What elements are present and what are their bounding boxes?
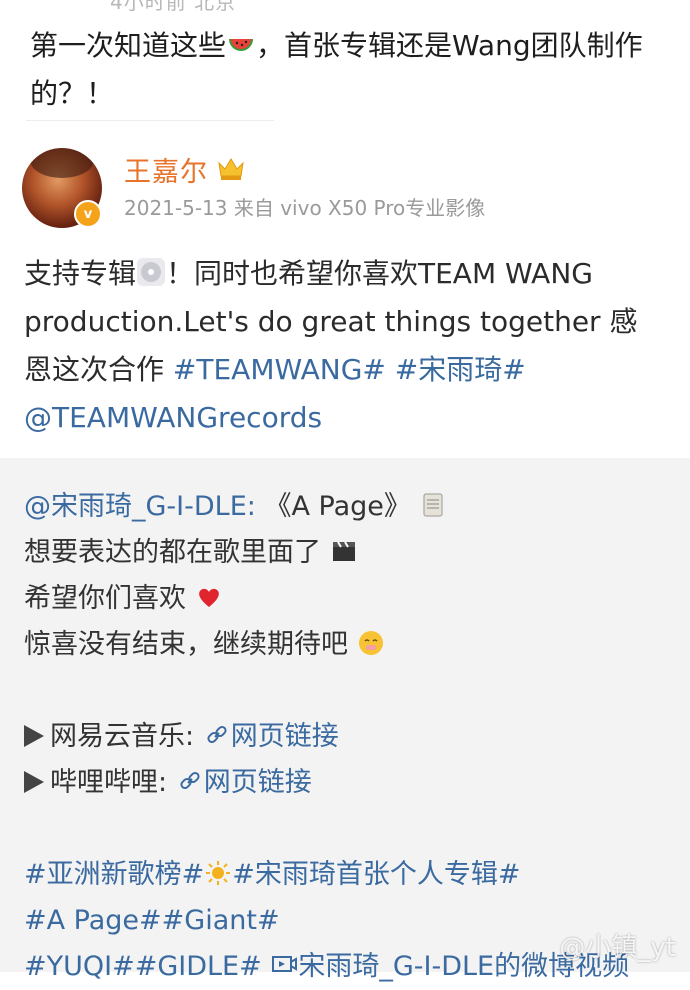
post-text-1: 支持专辑 (24, 257, 137, 290)
repost-text-2: 想要表达的都在歌里面了 (24, 537, 321, 568)
post-body: 支持专辑 ！同时也希望你喜欢TEAM WANG production.Let's … (24, 250, 664, 442)
heart-icon (198, 588, 219, 607)
play-arrow-icon (24, 771, 44, 793)
cut-timestamp: 4小时前 北京 (110, 0, 237, 14)
comment-divider (26, 120, 274, 121)
video-icon (272, 956, 298, 972)
repost-link-bilibili: 哔哩哔哩: 网页链接 (24, 760, 674, 806)
repost-line-3: 希望你们喜欢 (24, 576, 674, 622)
repost-title: 《A Page》 (264, 491, 411, 522)
scroll-icon (423, 493, 443, 517)
repost-line-1: @宋雨琦_G-I-DLE: 《A Page》 (24, 484, 674, 530)
watermark: @小镇_yt (559, 933, 676, 963)
link-2-label: 哔哩哔哩: (50, 767, 168, 798)
sun-icon (206, 861, 231, 885)
link-1-text[interactable]: 网页链接 (231, 721, 339, 752)
repost-line-2: 想要表达的都在歌里面了 (24, 530, 674, 576)
comment-text-start: 第一次知道这些 (30, 29, 227, 62)
link-2-text[interactable]: 网页链接 (204, 767, 312, 798)
repost-line-4: 惊喜没有结束，继续期待吧 (24, 622, 674, 668)
repost-text-3: 希望你们喜欢 (24, 583, 186, 614)
link-icon (180, 771, 200, 790)
repost-card[interactable]: @宋雨琦_G-I-DLE: 《A Page》 想要表达的都在歌里面了 希望你们喜… (0, 458, 690, 982)
link-icon (207, 725, 227, 744)
link-1-label: 网易云音乐: (50, 721, 195, 752)
hashtag-songyuqi[interactable]: #宋雨琦# (386, 353, 526, 386)
hashtag-asia-chart[interactable]: #亚洲新歌榜# (24, 859, 204, 890)
cd-icon (137, 258, 166, 286)
clapperboard-icon (332, 541, 355, 561)
mention-teamwangrecords[interactable]: @TEAMWANGrecords (24, 401, 322, 434)
post-username[interactable]: 王嘉尔 (124, 150, 208, 189)
hashtag-first-album[interactable]: #宋雨琦首张个人专辑# (232, 859, 520, 890)
repost-text-4: 惊喜没有结束，继续期待吧 (24, 629, 348, 660)
shy-face-icon (358, 631, 383, 655)
crown-icon (218, 158, 244, 180)
post-meta: 2021-5-13 来自 vivo X50 Pro专业影像 (124, 196, 486, 220)
hashtag-apage-giant[interactable]: #A Page##Giant# (24, 905, 280, 936)
repost-author[interactable]: @宋雨琦_G-I-DLE: (24, 491, 256, 522)
repost-tags-1: #亚洲新歌榜# #宋雨琦首张个人专辑# (24, 852, 674, 898)
hashtag-yuqi-gidle[interactable]: #YUQI##GIDLE# (24, 951, 262, 982)
watermelon-icon (229, 39, 254, 51)
verified-badge-icon: v (74, 200, 102, 228)
play-arrow-icon (24, 725, 44, 747)
hashtag-teamwang[interactable]: #TEAMWANG# (173, 353, 386, 386)
comment-text: 第一次知道这些 ，首张专辑还是Wang团队制作的？！ (30, 22, 670, 118)
repost-link-netease: 网易云音乐: 网页链接 (24, 714, 674, 760)
